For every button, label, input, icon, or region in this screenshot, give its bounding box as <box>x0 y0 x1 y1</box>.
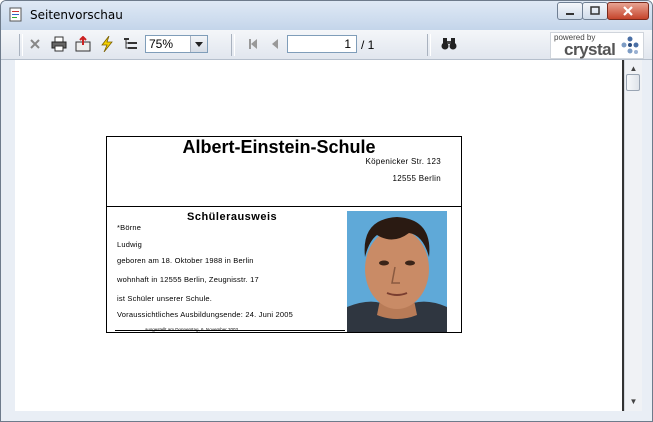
window-title: Seitenvorschau <box>30 8 123 22</box>
export-button[interactable] <box>73 34 93 54</box>
refresh-button[interactable] <box>97 34 117 54</box>
student-birth: geboren am 18. Oktober 1988 in Berlin <box>117 256 254 265</box>
title-bar: Seitenvorschau <box>1 1 652 30</box>
first-page-icon <box>249 39 257 49</box>
zoom-select[interactable]: 75% <box>145 35 208 53</box>
address-street: Köpenicker Str. 123 <box>365 157 441 166</box>
toolbar-separator <box>427 34 431 56</box>
student-portrait-image <box>347 211 447 332</box>
page-total: / 1 <box>361 38 375 52</box>
address-city: 12555 Berlin <box>392 174 441 183</box>
student-status: ist Schüler unserer Schule. <box>117 294 213 303</box>
scroll-thumb[interactable] <box>626 74 640 91</box>
report-page: Albert-Einstein-Schule Köpenicker Str. 1… <box>15 60 624 411</box>
close-icon <box>623 6 633 16</box>
logo-crystal: crystal <box>564 40 616 59</box>
page-number-field[interactable]: 1 <box>287 35 357 53</box>
student-residence: wohnhaft in 12555 Berlin, Zeugnisstr. 17 <box>117 275 259 284</box>
issued-date: ausgestellt am Donnerstag, 6. November 2… <box>145 327 239 332</box>
maximize-icon <box>590 6 600 15</box>
toolbar-separator <box>19 34 23 56</box>
student-first-name: Ludwig <box>117 240 142 249</box>
print-button[interactable] <box>49 34 69 54</box>
tree-icon <box>124 38 137 49</box>
report-preview-icon <box>9 7 22 22</box>
zoom-value: 75% <box>149 37 174 51</box>
close-preview-button[interactable] <box>25 34 45 54</box>
current-page: 1 <box>344 37 351 51</box>
toolbar: 75% 1 / 1 powered by crystal <box>1 30 652 60</box>
zoom-dropdown-button[interactable] <box>190 36 207 52</box>
lightning-icon <box>101 36 113 52</box>
school-name: Albert-Einstein-Schule <box>182 137 376 157</box>
binoculars-icon <box>441 38 457 50</box>
close-icon <box>30 39 40 49</box>
student-photo <box>347 211 447 332</box>
student-last-name: *Börne <box>117 223 142 232</box>
printer-icon <box>51 36 67 52</box>
vertical-scrollbar[interactable]: ▲ ▼ <box>624 60 642 411</box>
preview-window: Seitenvorschau 75% 1 / 1 powered by crys… <box>0 0 653 422</box>
id-title: Schülerausweis <box>187 211 278 223</box>
previous-page-icon <box>272 39 278 49</box>
previous-page-button[interactable] <box>265 34 285 54</box>
graduation-date: Voraussichtliches Ausbildungsende: 24. J… <box>117 310 293 319</box>
group-tree-button[interactable] <box>121 34 141 54</box>
crystal-logo-icon <box>621 36 639 54</box>
minimize-icon <box>566 13 574 15</box>
export-icon <box>75 36 91 52</box>
first-page-button[interactable] <box>243 34 263 54</box>
minimize-button[interactable] <box>557 2 583 20</box>
chevron-down-icon <box>195 41 203 47</box>
search-button[interactable] <box>439 34 459 54</box>
close-window-button[interactable] <box>607 2 649 20</box>
toolbar-separator <box>231 34 235 56</box>
student-id-card: Albert-Einstein-Schule Köpenicker Str. 1… <box>106 136 462 333</box>
maximize-button[interactable] <box>582 2 608 20</box>
card-divider <box>107 206 461 207</box>
scroll-down-button[interactable]: ▼ <box>625 394 642 409</box>
crystal-logo: powered by crystal <box>550 32 644 59</box>
